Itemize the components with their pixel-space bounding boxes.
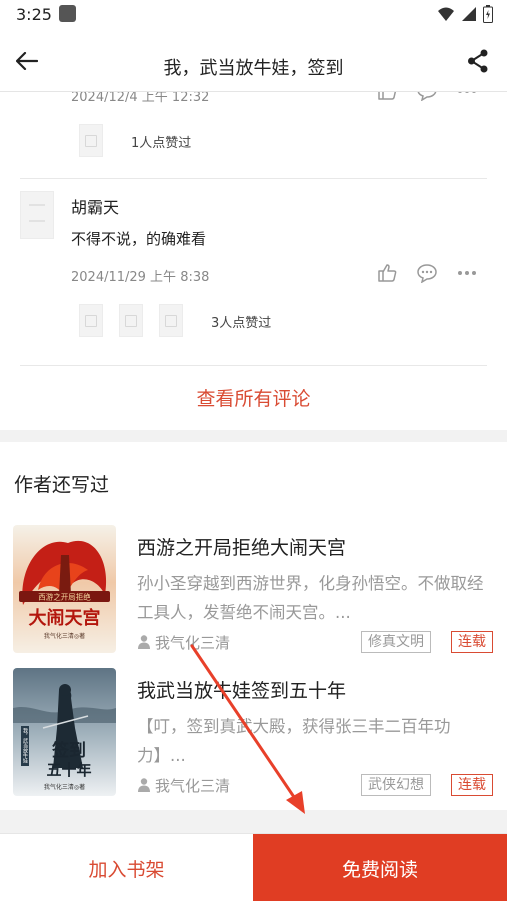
book-description: 【叮，签到真武大殿，获得张三丰二百年功力】... <box>137 717 451 765</box>
cover-author: 我气化三清◎著 <box>44 783 85 791</box>
person-icon <box>138 635 150 649</box>
avatar-placeholder-icon <box>85 134 97 147</box>
genre-tag: 修真文明 <box>361 631 431 653</box>
cover-author: 我气化三清◎著 <box>44 632 85 640</box>
avatar-placeholder-icon <box>165 314 177 327</box>
book-author[interactable]: 我气化三清 <box>155 775 230 796</box>
status-time: 3:25 <box>16 5 52 24</box>
book-cover[interactable]: 西游之开局拒绝 大闹天宫 我气化三清◎著 <box>13 525 116 653</box>
cover-subtitle: 五十年 <box>46 761 91 779</box>
add-to-shelf-button[interactable]: 加入书架 <box>0 834 253 901</box>
cover-tagline: 我，武当放牛娃 <box>22 727 28 764</box>
comment-date: 2024/11/29 上午 8:38 <box>71 270 210 285</box>
status-badge: 连载 <box>451 631 493 653</box>
wifi-icon <box>437 6 455 26</box>
book-author[interactable]: 我气化三清 <box>155 632 230 653</box>
notification-icon <box>59 5 76 22</box>
avatar-placeholder-icon <box>29 204 45 222</box>
likes-count[interactable]: 3人点赞过 <box>211 312 271 331</box>
comment-username[interactable]: 胡霸天 <box>71 194 119 218</box>
book-cover[interactable]: 我，武当放牛娃 签到 五十年 我气化三清◎著 <box>13 668 116 796</box>
page: 3:25 我，武当放牛娃，签到 2024/12/4 上午 12:32 1人点赞过… <box>0 0 507 901</box>
free-read-button[interactable]: 免费阅读 <box>253 834 507 901</box>
share-button[interactable] <box>461 44 495 78</box>
book-meta: 我气化三清 武侠幻想 连载 <box>137 774 493 796</box>
book-description: 孙小圣穿越到西游世界，化身孙悟空。不做取经工具人，发誓绝不闹天宫。... <box>137 574 484 622</box>
author-works-section: 作者还写过 西游之开局拒绝 大闹天宫 我气化三清◎著 西游之开局拒绝大闹天宫 孙… <box>0 442 507 810</box>
cover-title: 签到 <box>51 740 86 761</box>
avatar[interactable] <box>20 191 54 239</box>
section-title: 作者还写过 <box>14 474 110 496</box>
book-item[interactable]: 西游之开局拒绝 大闹天宫 我气化三清◎著 西游之开局拒绝大闹天宫 孙小圣穿越到西… <box>0 525 507 655</box>
divider <box>20 365 487 366</box>
book-meta: 我气化三清 修真文明 连载 <box>137 631 493 653</box>
cover-tagline: 西游之开局拒绝 <box>38 592 91 602</box>
comments-card: 2024/12/4 上午 12:32 1人点赞过 胡霸天 不得不说，的确难看 2… <box>0 92 507 430</box>
book-item[interactable]: 我，武当放牛娃 签到 五十年 我气化三清◎著 我武当放牛娃签到五十年 【叮，签到… <box>0 668 507 798</box>
genre-tag: 武侠幻想 <box>361 774 431 796</box>
comment-date: 2024/12/4 上午 12:32 <box>71 92 210 105</box>
status-badge: 连载 <box>451 774 493 796</box>
liker-avatar[interactable] <box>79 304 103 337</box>
comment-text: 不得不说，的确难看 <box>71 230 207 248</box>
avatar-placeholder-icon <box>125 314 137 327</box>
status-icons <box>437 5 493 27</box>
battery-icon <box>483 5 493 27</box>
view-all-comments-link[interactable]: 查看所有评论 <box>0 384 507 411</box>
share-icon <box>468 49 488 73</box>
more-icon[interactable] <box>454 92 480 104</box>
back-button[interactable] <box>10 44 44 78</box>
liker-avatar[interactable] <box>119 304 143 337</box>
book-title[interactable]: 我武当放牛娃签到五十年 <box>137 676 346 703</box>
comment-actions <box>360 260 480 286</box>
likes-count[interactable]: 1人点赞过 <box>131 132 191 151</box>
liker-avatar[interactable] <box>79 124 103 157</box>
divider <box>20 178 487 179</box>
arrow-left-icon <box>16 52 38 70</box>
comment-icon[interactable] <box>414 92 440 104</box>
bottom-action-bar: 加入书架 免费阅读 <box>0 833 507 901</box>
person-icon <box>138 778 150 792</box>
app-bar: 我，武当放牛娃，签到 <box>0 30 507 92</box>
more-icon[interactable] <box>454 260 480 286</box>
liker-avatar[interactable] <box>159 304 183 337</box>
page-title: 我，武当放牛娃，签到 <box>163 58 344 79</box>
cover-title: 大闹天宫 <box>29 607 101 629</box>
comment-icon[interactable] <box>414 260 440 286</box>
thumbs-up-icon[interactable] <box>374 260 400 286</box>
avatar-placeholder-icon <box>85 314 97 327</box>
thumbs-up-icon[interactable] <box>374 92 400 104</box>
comment-actions <box>360 92 480 104</box>
signal-icon <box>461 6 477 26</box>
book-title[interactable]: 西游之开局拒绝大闹天宫 <box>137 533 346 560</box>
status-bar: 3:25 <box>0 0 507 30</box>
